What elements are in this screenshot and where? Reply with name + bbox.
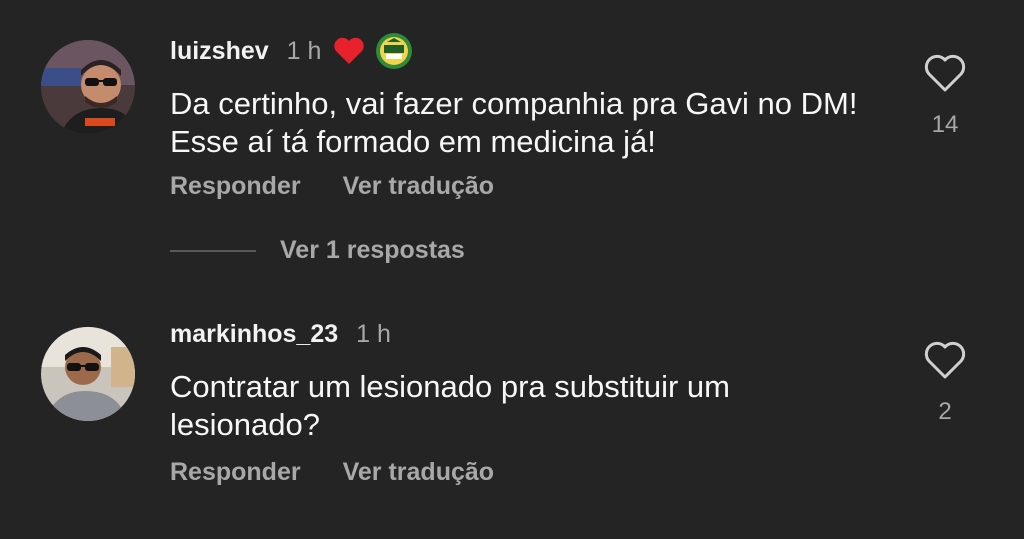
comment-text-line: Contratar um lesionado pra substituir um xyxy=(170,369,730,404)
comment-text-line: lesionado? xyxy=(170,407,320,442)
comment-actions: Responder Ver tradução xyxy=(170,172,494,201)
timestamp: 1 h xyxy=(356,320,391,348)
avatar-luizshev-image xyxy=(41,40,135,134)
divider xyxy=(170,249,256,252)
reply-button[interactable]: Responder xyxy=(170,458,301,487)
avatar[interactable] xyxy=(41,327,135,421)
timestamp: 1 h xyxy=(286,36,322,65)
club-crest-icon xyxy=(376,33,413,69)
reply-button[interactable]: Responder xyxy=(170,172,301,201)
like-control: 14 xyxy=(920,53,970,139)
username[interactable]: luizshev xyxy=(170,37,269,66)
comment-header: markinhos_23 1 h xyxy=(170,320,391,349)
comment-text: Da certinho, vai fazer companhia pra Gav… xyxy=(170,85,890,161)
comment-actions: Responder Ver tradução xyxy=(170,458,494,487)
view-replies[interactable]: Ver 1 respostas xyxy=(170,236,465,265)
avatar-markinhos-image xyxy=(41,327,135,421)
comment-header: luizshev 1 h xyxy=(170,32,413,70)
translate-button[interactable]: Ver tradução xyxy=(343,172,494,201)
view-replies-label[interactable]: Ver 1 respostas xyxy=(280,236,465,265)
like-count: 14 xyxy=(931,111,959,138)
comment-text: Contratar um lesionado pra substituir um… xyxy=(170,368,890,444)
comment-text-line: Esse aí tá formado em medicina já! xyxy=(170,124,656,159)
username[interactable]: markinhos_23 xyxy=(170,320,338,349)
avatar[interactable] xyxy=(41,40,135,134)
like-count: 2 xyxy=(938,398,952,425)
heart-filled-icon xyxy=(334,37,365,64)
like-control: 2 xyxy=(920,340,970,426)
heart-outline-icon[interactable] xyxy=(923,340,967,380)
comment-text-line: Da certinho, vai fazer companhia pra Gav… xyxy=(170,86,858,121)
heart-outline-icon[interactable] xyxy=(923,53,967,93)
translate-button[interactable]: Ver tradução xyxy=(343,458,494,487)
